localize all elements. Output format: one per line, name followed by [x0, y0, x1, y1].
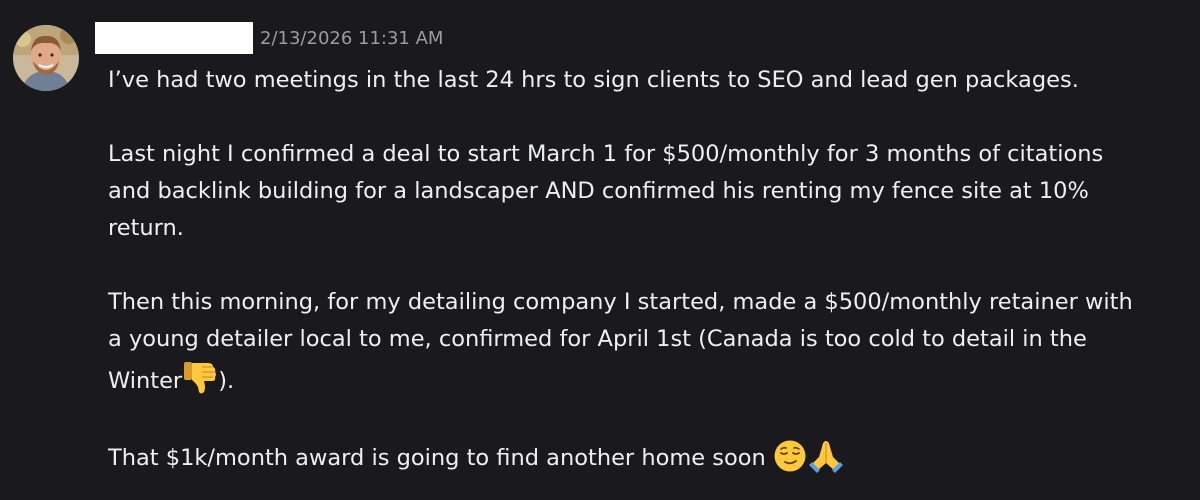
- paragraph-2-line-1: Last night I confirmed a deal to start M…: [108, 141, 1104, 167]
- chat-message: 2/13/2026 11:31 AM I’ve had two meetings…: [0, 0, 1200, 500]
- paragraph-2-line-2: and backlink building for a landscaper A…: [108, 178, 1089, 204]
- message-paragraph-1: I’ve had two meetings in the last 24 hrs…: [108, 67, 1079, 93]
- username-redacted[interactable]: [95, 22, 253, 54]
- paragraph-2-line-3: return.: [108, 215, 184, 241]
- relieved-face-icon[interactable]: [773, 439, 807, 473]
- message-paragraph-4: That $1k/month award is going to find an…: [108, 437, 1188, 477]
- message-timestamp[interactable]: 2/13/2026 11:31 AM: [260, 28, 443, 49]
- paragraph-3-line-2: a young detailer local to me, confirmed …: [108, 326, 1087, 352]
- message-paragraph-2: Last night I confirmed a deal to start M…: [108, 136, 1188, 247]
- thumbs-down-icon[interactable]: [182, 358, 218, 396]
- paragraph-3-line-1: Then this morning, for my detailing comp…: [108, 289, 1133, 315]
- paragraph-3-line-3-start: Winter: [108, 368, 183, 394]
- folded-hands-icon[interactable]: [807, 437, 845, 473]
- message-header: 2/13/2026 11:31 AM: [95, 22, 443, 54]
- paragraph-4-text: That $1k/month award is going to find an…: [108, 445, 766, 471]
- message-paragraph-3: Then this morning, for my detailing comp…: [108, 284, 1188, 400]
- message-content: I’ve had two meetings in the last 24 hrs…: [108, 62, 1188, 477]
- paragraph-3-line-3-end: ).: [218, 368, 235, 394]
- user-avatar[interactable]: [13, 25, 79, 91]
